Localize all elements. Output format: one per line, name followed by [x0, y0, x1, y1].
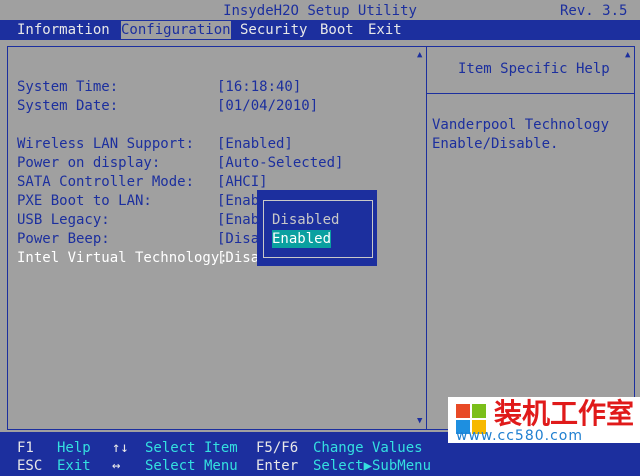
menu-exit[interactable]: Exit	[368, 21, 402, 39]
help-title-separator	[427, 93, 635, 94]
option-popup-frame	[263, 200, 373, 258]
popup-option-enabled[interactable]: Enabled	[272, 230, 332, 248]
setting-value-wireless-lan[interactable]: [Enabled]	[217, 135, 293, 153]
menu-information[interactable]: Information	[17, 21, 110, 39]
key-left-right-desc: Select Menu	[145, 458, 238, 474]
key-f5-f6: F5/F6	[256, 440, 299, 456]
setting-label-power-on-display: Power on display:	[17, 155, 161, 171]
key-f1-desc: Help	[57, 440, 91, 456]
setting-label-power-beep: Power Beep:	[17, 231, 110, 247]
setting-value-power-beep[interactable]: [Disa	[217, 230, 259, 248]
setting-value-system-date[interactable]: [01/04/2010]	[217, 97, 318, 115]
setting-value-sata-mode[interactable]: [AHCI]	[217, 173, 268, 191]
key-f1: F1	[17, 440, 34, 456]
help-text-line-1: Vanderpool Technology	[432, 117, 610, 133]
key-left-right: ↔	[112, 458, 121, 474]
watermark-url: www.cc580.com	[456, 428, 583, 444]
setting-label-system-date: System Date:	[17, 98, 119, 114]
scroll-down-arrow-icon[interactable]: ▼	[417, 416, 422, 426]
menu-boot[interactable]: Boot	[320, 21, 354, 39]
key-up-down-desc: Select Item	[145, 440, 238, 456]
watermark-text: 装机工作室	[494, 397, 635, 430]
key-f5-f6-desc: Change Values	[313, 440, 423, 456]
menu-configuration[interactable]: Configuration	[121, 21, 231, 39]
setting-label-sata-mode: SATA Controller Mode:	[17, 174, 195, 190]
setting-label-pxe-boot: PXE Boot to LAN:	[17, 193, 152, 209]
setting-value-pxe-boot[interactable]: [Enab	[217, 192, 259, 210]
setting-label-usb-legacy: USB Legacy:	[17, 212, 110, 228]
revision-label: Rev. 3.5	[560, 3, 628, 19]
setting-value-system-time[interactable]: [16:18:40]	[217, 78, 301, 96]
setting-value-power-on-display[interactable]: [Auto-Selected]	[217, 154, 343, 172]
help-scroll-up-arrow-icon[interactable]: ▲	[625, 50, 630, 60]
setting-value-intel-vt[interactable]: [Disa	[217, 249, 259, 267]
key-esc: ESC	[17, 458, 43, 474]
scroll-up-arrow-icon[interactable]: ▲	[417, 50, 422, 60]
key-enter: Enter	[256, 458, 299, 474]
panel-divider	[426, 46, 427, 430]
popup-option-disabled[interactable]: Disabled	[272, 211, 339, 229]
help-title: Item Specific Help	[458, 61, 610, 77]
key-esc-desc: Exit	[57, 458, 91, 474]
menu-security[interactable]: Security	[240, 21, 307, 39]
key-enter-desc: Select▶SubMenu	[313, 458, 432, 474]
setting-label-intel-vt: Intel Virtual Technology:	[17, 250, 228, 266]
setting-label-system-time: System Time:	[17, 79, 119, 95]
key-up-down: ↑↓	[112, 440, 129, 456]
setting-value-usb-legacy[interactable]: [Enab	[217, 211, 259, 229]
setting-label-wireless-lan: Wireless LAN Support:	[17, 136, 195, 152]
app-title: InsydeH2O Setup Utility	[223, 3, 417, 19]
help-text-line-2: Enable/Disable.	[432, 136, 559, 152]
